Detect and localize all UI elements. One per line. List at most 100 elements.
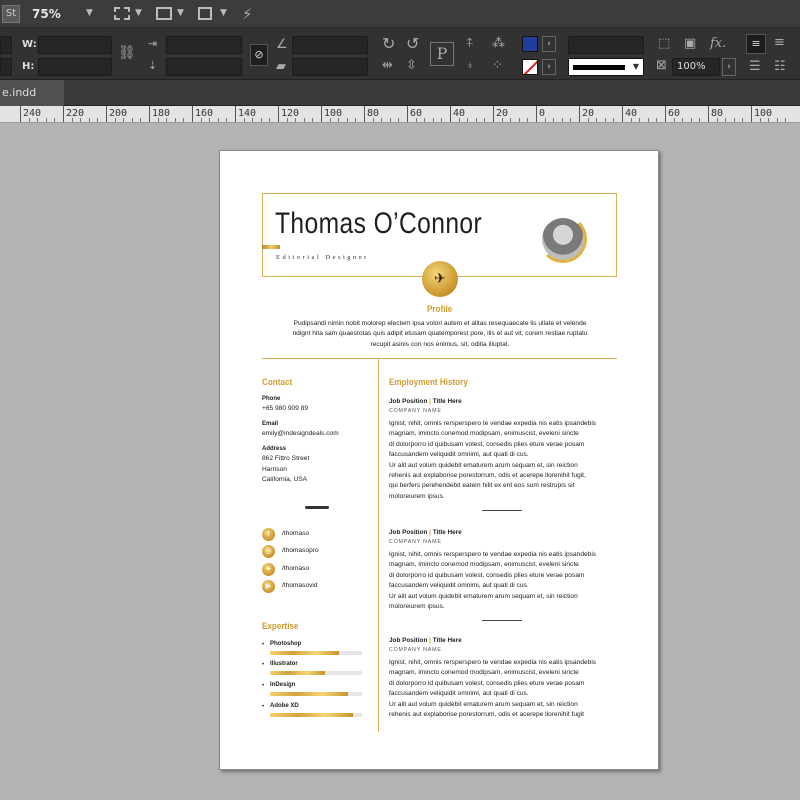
job-description-line: rehenis aut explaborise porestorrum, odi… (389, 711, 584, 719)
ruler-minor-tick (80, 118, 82, 122)
ruler-minor-tick (639, 118, 641, 122)
instagram-icon[interactable]: ◎ (262, 545, 275, 558)
rotate-ccw-icon[interactable]: ↺ (406, 34, 419, 53)
job-title-text: Title Here (432, 637, 462, 644)
ruler-minor-tick (613, 118, 615, 122)
zoom-level[interactable]: 75% (32, 7, 61, 21)
job-description-line: moloreiurem ipsus. (389, 603, 445, 611)
skill-bar-fill (270, 671, 326, 675)
scale-x-field[interactable] (166, 36, 242, 54)
drop-shadow-icon[interactable]: ▣ (684, 36, 696, 51)
width-field[interactable] (38, 36, 112, 54)
ruler-minor-tick (527, 118, 529, 122)
twitter-icon[interactable]: ✦ (262, 563, 275, 576)
column-divider (378, 358, 379, 732)
vertical-justify-icon[interactable]: ☰ (749, 59, 761, 74)
document-page[interactable]: Thomas O’Connor Editorial Designer ✈ Pro… (219, 150, 659, 770)
distribute-icon[interactable]: ⁂ (492, 36, 505, 51)
app-logo[interactable]: St (2, 5, 20, 23)
youtube-icon[interactable]: ▶ (262, 580, 275, 593)
ruler-major-tick (708, 106, 709, 122)
fx-icon[interactable]: fx. (710, 36, 726, 51)
ruler-minor-tick (415, 118, 417, 122)
ruler-label: 240 (23, 108, 42, 119)
job-description-line: magnam, imincto conemod modipsam, enimus… (389, 669, 579, 677)
ruler-minor-tick (682, 118, 684, 122)
distribute-v-icon[interactable]: ⁘ (492, 58, 503, 73)
job-description-line: Ur alit aut volum quidebit ematurem arum… (389, 461, 578, 469)
job-description-line: Ur alit aut volum quidebit ematurem arum… (389, 592, 578, 600)
vertical-align-icon[interactable]: ☷ (774, 59, 786, 74)
arrange-icon[interactable] (198, 7, 212, 20)
ruler-minor-tick (114, 118, 116, 122)
text-align-left-icon[interactable]: ≡ (746, 34, 766, 54)
screen-mode-chevron-icon[interactable]: ▼ (135, 8, 142, 18)
rotate-cw-icon[interactable]: ↻ (382, 34, 395, 53)
zoom-dropdown-chevron-icon[interactable]: ▼ (86, 8, 93, 18)
facebook-icon[interactable]: f (262, 528, 275, 541)
frame-fit-icon[interactable]: ⬚ (658, 36, 670, 51)
ruler-minor-tick (123, 118, 125, 122)
ruler-major-tick (493, 106, 494, 122)
job-description: Ignist, nihit, omnis rersperspero te ven… (389, 419, 621, 502)
y-field[interactable] (0, 58, 12, 76)
flip-v-icon[interactable]: ⇳ (406, 58, 417, 73)
job-description: Ignist, nihit, omnis rersperspero te ven… (389, 658, 621, 720)
ruler-minor-tick (183, 118, 185, 122)
job-description-line: rehenis aut explaborise porestorrum, odi… (389, 472, 586, 480)
ruler-minor-tick (673, 118, 675, 122)
avatar (539, 215, 587, 263)
gpu-icon[interactable]: ⚡ (242, 5, 253, 23)
fill-menu-button[interactable]: › (542, 36, 556, 52)
ruler-minor-tick (346, 118, 348, 122)
x-field[interactable] (0, 36, 12, 54)
fill-swatch[interactable] (522, 36, 538, 52)
job-description-line: faccusandem veliquidit omnimi, aut quati… (389, 582, 529, 590)
horizontal-ruler[interactable]: 240 220 200 180 160 140 120 100 80 60 40 20 0 20 40 60 8… (0, 106, 800, 123)
opacity-menu-button[interactable]: › (722, 58, 736, 76)
ruler-major-tick (665, 106, 666, 122)
social-handle: /thomasovid (282, 582, 318, 589)
profile-text: Pudipsandi nimin nobit molorep electem i… (292, 320, 588, 348)
opacity-field[interactable]: 100% (672, 58, 720, 76)
skill-bullet: • (262, 642, 265, 648)
ruler-minor-tick (295, 118, 297, 122)
align-top-icon[interactable]: ⍏ (466, 36, 474, 51)
ruler-minor-tick (484, 118, 486, 122)
constrain-icon[interactable]: ⛓ (118, 45, 136, 61)
ruler-major-tick (63, 106, 64, 122)
skill-bar (270, 671, 362, 675)
ruler-minor-tick (733, 118, 735, 122)
rotate-field[interactable] (292, 36, 368, 54)
job-description-line: Ignist, nihit, omnis rersperspero te ven… (389, 420, 597, 427)
ruler-minor-tick (467, 118, 469, 122)
shear-field[interactable] (292, 58, 368, 76)
view-options-chevron-icon[interactable]: ▼ (177, 8, 184, 18)
skill-bullet: • (262, 683, 265, 689)
address-label: Address (262, 446, 287, 452)
align-bottom-icon[interactable]: ⍖ (466, 58, 474, 73)
flip-h-icon[interactable]: ⇹ (382, 58, 393, 73)
scale-y-field[interactable] (166, 58, 242, 76)
stroke-type-dropdown[interactable]: ▼ (568, 58, 644, 76)
document-tab[interactable]: e.indd (0, 80, 64, 106)
text-align-center-icon[interactable]: ≡ (774, 35, 785, 50)
stroke-menu-button[interactable]: › (542, 59, 556, 75)
phone-value: +65 980 909 89 (262, 405, 309, 412)
stroke-swatch[interactable] (522, 59, 538, 75)
job-position: Job Position | Title Here (389, 529, 462, 536)
skill-name: Illustrator (270, 661, 298, 667)
ruler-minor-tick (260, 118, 262, 122)
stroke-weight-field[interactable] (568, 36, 644, 54)
height-field[interactable] (38, 58, 112, 76)
ruler-minor-tick (381, 118, 383, 122)
profile-heading: Profile (427, 304, 453, 314)
job-position: Job Position | Title Here (389, 398, 462, 405)
arrange-chevron-icon[interactable]: ▼ (220, 8, 227, 18)
screen-mode-icon[interactable] (114, 7, 130, 20)
paragraph-icon[interactable]: P (430, 42, 454, 66)
ruler-minor-tick (37, 118, 39, 122)
view-options-icon[interactable] (156, 7, 172, 20)
social-handle: /thomaso (282, 530, 310, 537)
constrain-scale-icon[interactable]: ⊘ (250, 44, 268, 66)
